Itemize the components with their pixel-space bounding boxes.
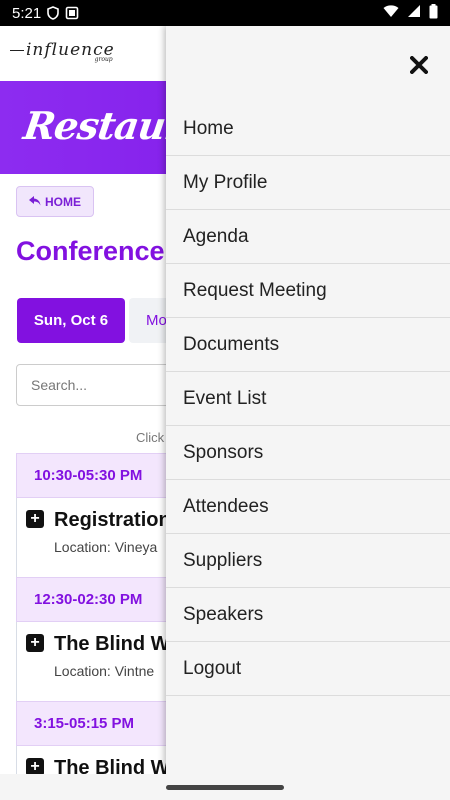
session-location: Location: Vineya [54, 539, 158, 555]
menu-item-attendees[interactable]: Attendees [166, 480, 450, 534]
menu-item-suppliers[interactable]: Suppliers [166, 534, 450, 588]
system-nav-bar [0, 774, 450, 800]
status-bar: 5:21 [0, 0, 450, 26]
status-time: 5:21 [12, 4, 42, 22]
menu-item-logout[interactable]: Logout [166, 642, 450, 696]
session-title: The Blind W [54, 633, 170, 655]
close-icon[interactable] [408, 54, 430, 76]
reply-arrow-icon [29, 195, 41, 209]
session-location: Location: Vintne [54, 663, 155, 679]
hint-text: Click [136, 430, 165, 445]
menu-item-my-profile[interactable]: My Profile [166, 156, 450, 210]
menu-item-request-meeting[interactable]: Request Meeting [166, 264, 450, 318]
signal-icon [407, 4, 421, 22]
menu-item-sponsors[interactable]: Sponsors [166, 426, 450, 480]
page-title: Conference [16, 236, 165, 266]
plus-icon[interactable]: + [26, 634, 44, 652]
menu-item-speakers[interactable]: Speakers [166, 588, 450, 642]
brand-logo[interactable]: influence group [10, 40, 115, 63]
plus-icon[interactable]: + [26, 510, 44, 528]
date-tab-active[interactable]: Sun, Oct 6 [17, 298, 125, 343]
gesture-handle[interactable] [166, 785, 284, 790]
logo-subtext: group [94, 56, 113, 63]
drawer-menu: Home My Profile Agenda Request Meeting D… [166, 102, 450, 696]
shield-icon [47, 6, 60, 20]
menu-item-agenda[interactable]: Agenda [166, 210, 450, 264]
wifi-icon [383, 4, 399, 22]
screenshot-icon [65, 6, 79, 20]
home-button-label: HOME [45, 194, 81, 209]
session-title: Registration [54, 509, 171, 531]
menu-item-home[interactable]: Home [166, 102, 450, 156]
battery-icon [429, 3, 438, 23]
logo-line [10, 50, 24, 51]
home-button[interactable]: HOME [16, 186, 94, 217]
menu-item-event-list[interactable]: Event List [166, 372, 450, 426]
menu-item-documents[interactable]: Documents [166, 318, 450, 372]
navigation-drawer: Home My Profile Agenda Request Meeting D… [166, 26, 450, 774]
